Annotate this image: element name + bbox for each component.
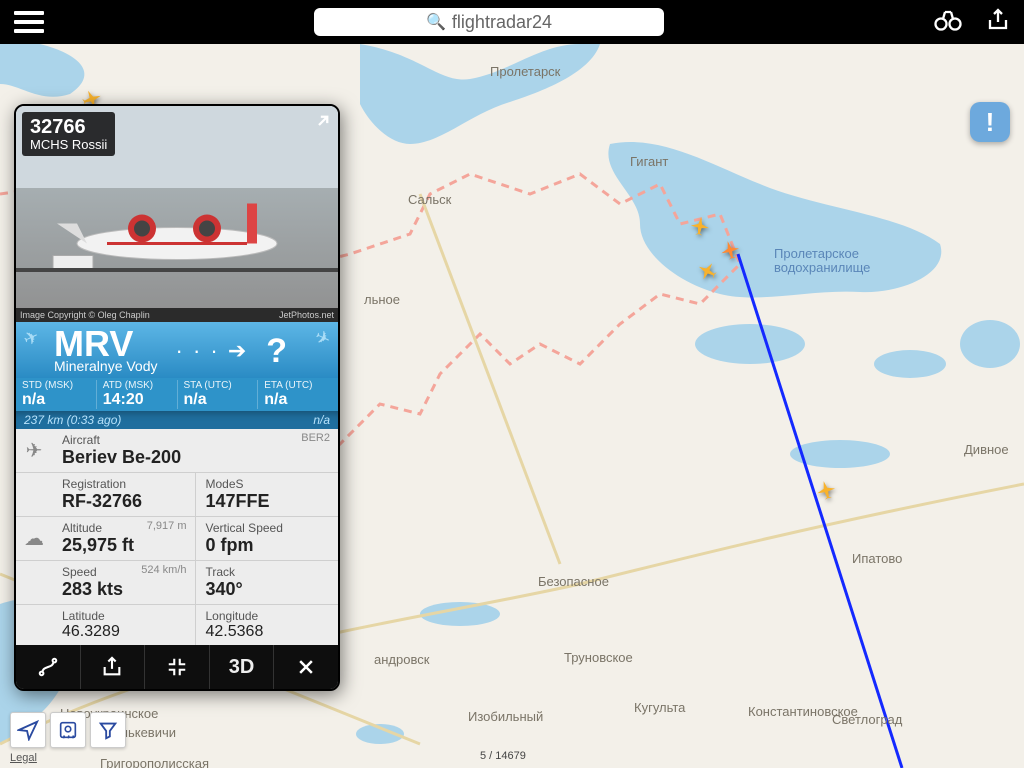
search-icon: 🔍	[426, 12, 446, 32]
speed-metric: 524 km/h	[141, 564, 186, 576]
aircraft-marker[interactable]	[696, 260, 718, 282]
location-tool[interactable]	[10, 712, 46, 748]
exclamation-icon: !	[986, 107, 995, 138]
latitude-label: Latitude	[62, 609, 185, 623]
map-label: Гигант	[630, 154, 668, 169]
callsign-text: 32766	[30, 116, 107, 138]
map-label: андровск	[374, 652, 429, 667]
alert-button[interactable]: !	[970, 102, 1010, 142]
time-cell: STD (MSK)n/a	[16, 380, 97, 409]
aircraft-type: Beriev Be-200	[62, 447, 328, 468]
track-label: Track	[206, 565, 329, 579]
distance-remaining: n/a	[313, 413, 330, 427]
expand-photo-icon[interactable]	[306, 112, 332, 138]
top-bar: 🔍 flightradar24	[0, 0, 1024, 44]
flight-panel: 32766 MCHS Rossii Image Copyright © Oleg…	[14, 104, 340, 691]
map-label: Кугульта	[634, 700, 685, 715]
altitude-value: 25,975 ft	[62, 535, 185, 556]
scale-text: 5 / 14679	[480, 750, 526, 762]
modes-label: ModeS	[206, 477, 329, 491]
aircraft-code: BER2	[301, 432, 330, 444]
map-label: Дивное	[964, 442, 1009, 457]
map-label: Изобильный	[468, 709, 543, 724]
departure-name: Mineralnye Vody	[54, 358, 158, 374]
time-cell: ATD (MSK)14:20	[97, 380, 178, 409]
airplane-icon: ✈	[16, 429, 52, 472]
map-label: Ипатово	[852, 551, 902, 566]
map-label: Безопасное	[538, 574, 609, 589]
scale-bar: 5 / 14679	[480, 750, 526, 762]
registration-label: Registration	[62, 477, 185, 491]
panel-actions: 3D	[16, 645, 338, 689]
binoculars-icon[interactable]	[934, 9, 962, 36]
arrival-code: ?	[266, 332, 287, 371]
map-label: водохранилище	[774, 260, 870, 275]
share-flight-button[interactable]	[81, 645, 146, 689]
map-label: льное	[364, 292, 400, 307]
search-placeholder: flightradar24	[452, 12, 552, 33]
legal-link[interactable]: Legal	[10, 752, 37, 764]
aircraft-type-label: Aircraft	[62, 433, 328, 447]
route-arrow-icon: · · · ➔	[176, 338, 249, 364]
time-cell: STA (UTC)n/a	[178, 380, 259, 409]
flight-trail	[738, 254, 902, 768]
cloud-icon: ☁	[16, 517, 52, 560]
photo-source: JetPhotos.net	[279, 310, 334, 320]
aircraft-photo[interactable]: 32766 MCHS Rossii Image Copyright © Oleg…	[16, 106, 338, 322]
share-icon[interactable]	[986, 8, 1010, 37]
altitude-metric: 7,917 m	[147, 520, 187, 532]
longitude-label: Longitude	[206, 609, 329, 623]
view-3d-button[interactable]: 3D	[210, 645, 275, 689]
callsign-chip: 32766 MCHS Rossii	[22, 112, 115, 156]
time-cell: ETA (UTC)n/a	[258, 380, 338, 409]
map-label: Сальск	[408, 192, 451, 207]
progress-bar: 237 km (0:33 ago) n/a	[16, 411, 338, 429]
weather-tool[interactable]	[50, 712, 86, 748]
map-label: Григорополисская	[100, 756, 209, 768]
collapse-button[interactable]	[145, 645, 210, 689]
menu-button[interactable]	[14, 7, 44, 37]
speed-value: 283 kts	[62, 579, 185, 600]
vs-value: 0 fpm	[206, 535, 329, 556]
times-row: STD (MSK)n/aATD (MSK)14:20STA (UTC)n/aET…	[16, 378, 338, 411]
aircraft-marker[interactable]	[815, 479, 837, 501]
operator-text: MCHS Rossii	[30, 138, 107, 152]
map-label: Светлоград	[832, 712, 902, 727]
map-label: Пролетарск	[490, 64, 560, 79]
map-label: Пролетарское	[774, 246, 859, 261]
distance-flown: 237 km (0:33 ago)	[24, 413, 121, 427]
registration-value: RF-32766	[62, 491, 185, 512]
departure-code: MRV	[54, 328, 158, 360]
aircraft-marker[interactable]	[689, 215, 711, 237]
map-label: Труновское	[564, 650, 633, 665]
vs-label: Vertical Speed	[206, 521, 329, 535]
selected-aircraft-marker[interactable]	[719, 239, 741, 261]
photo-copyright: Image Copyright © Oleg Chaplin	[20, 310, 150, 320]
longitude-value: 42.5368	[206, 623, 329, 641]
info-grid: ✈ Aircraft BER2 Beriev Be-200 Registrati…	[16, 429, 338, 645]
route-bar: ✈ ✈ MRV Mineralnye Vody · · · ➔ ?	[16, 322, 338, 378]
search-input[interactable]: 🔍 flightradar24	[314, 8, 664, 36]
modes-value: 147FFE	[206, 491, 329, 512]
latitude-value: 46.3289	[62, 623, 185, 641]
close-button[interactable]	[274, 645, 338, 689]
track-value: 340°	[206, 579, 329, 600]
route-button[interactable]	[16, 645, 81, 689]
filter-tool[interactable]	[90, 712, 126, 748]
